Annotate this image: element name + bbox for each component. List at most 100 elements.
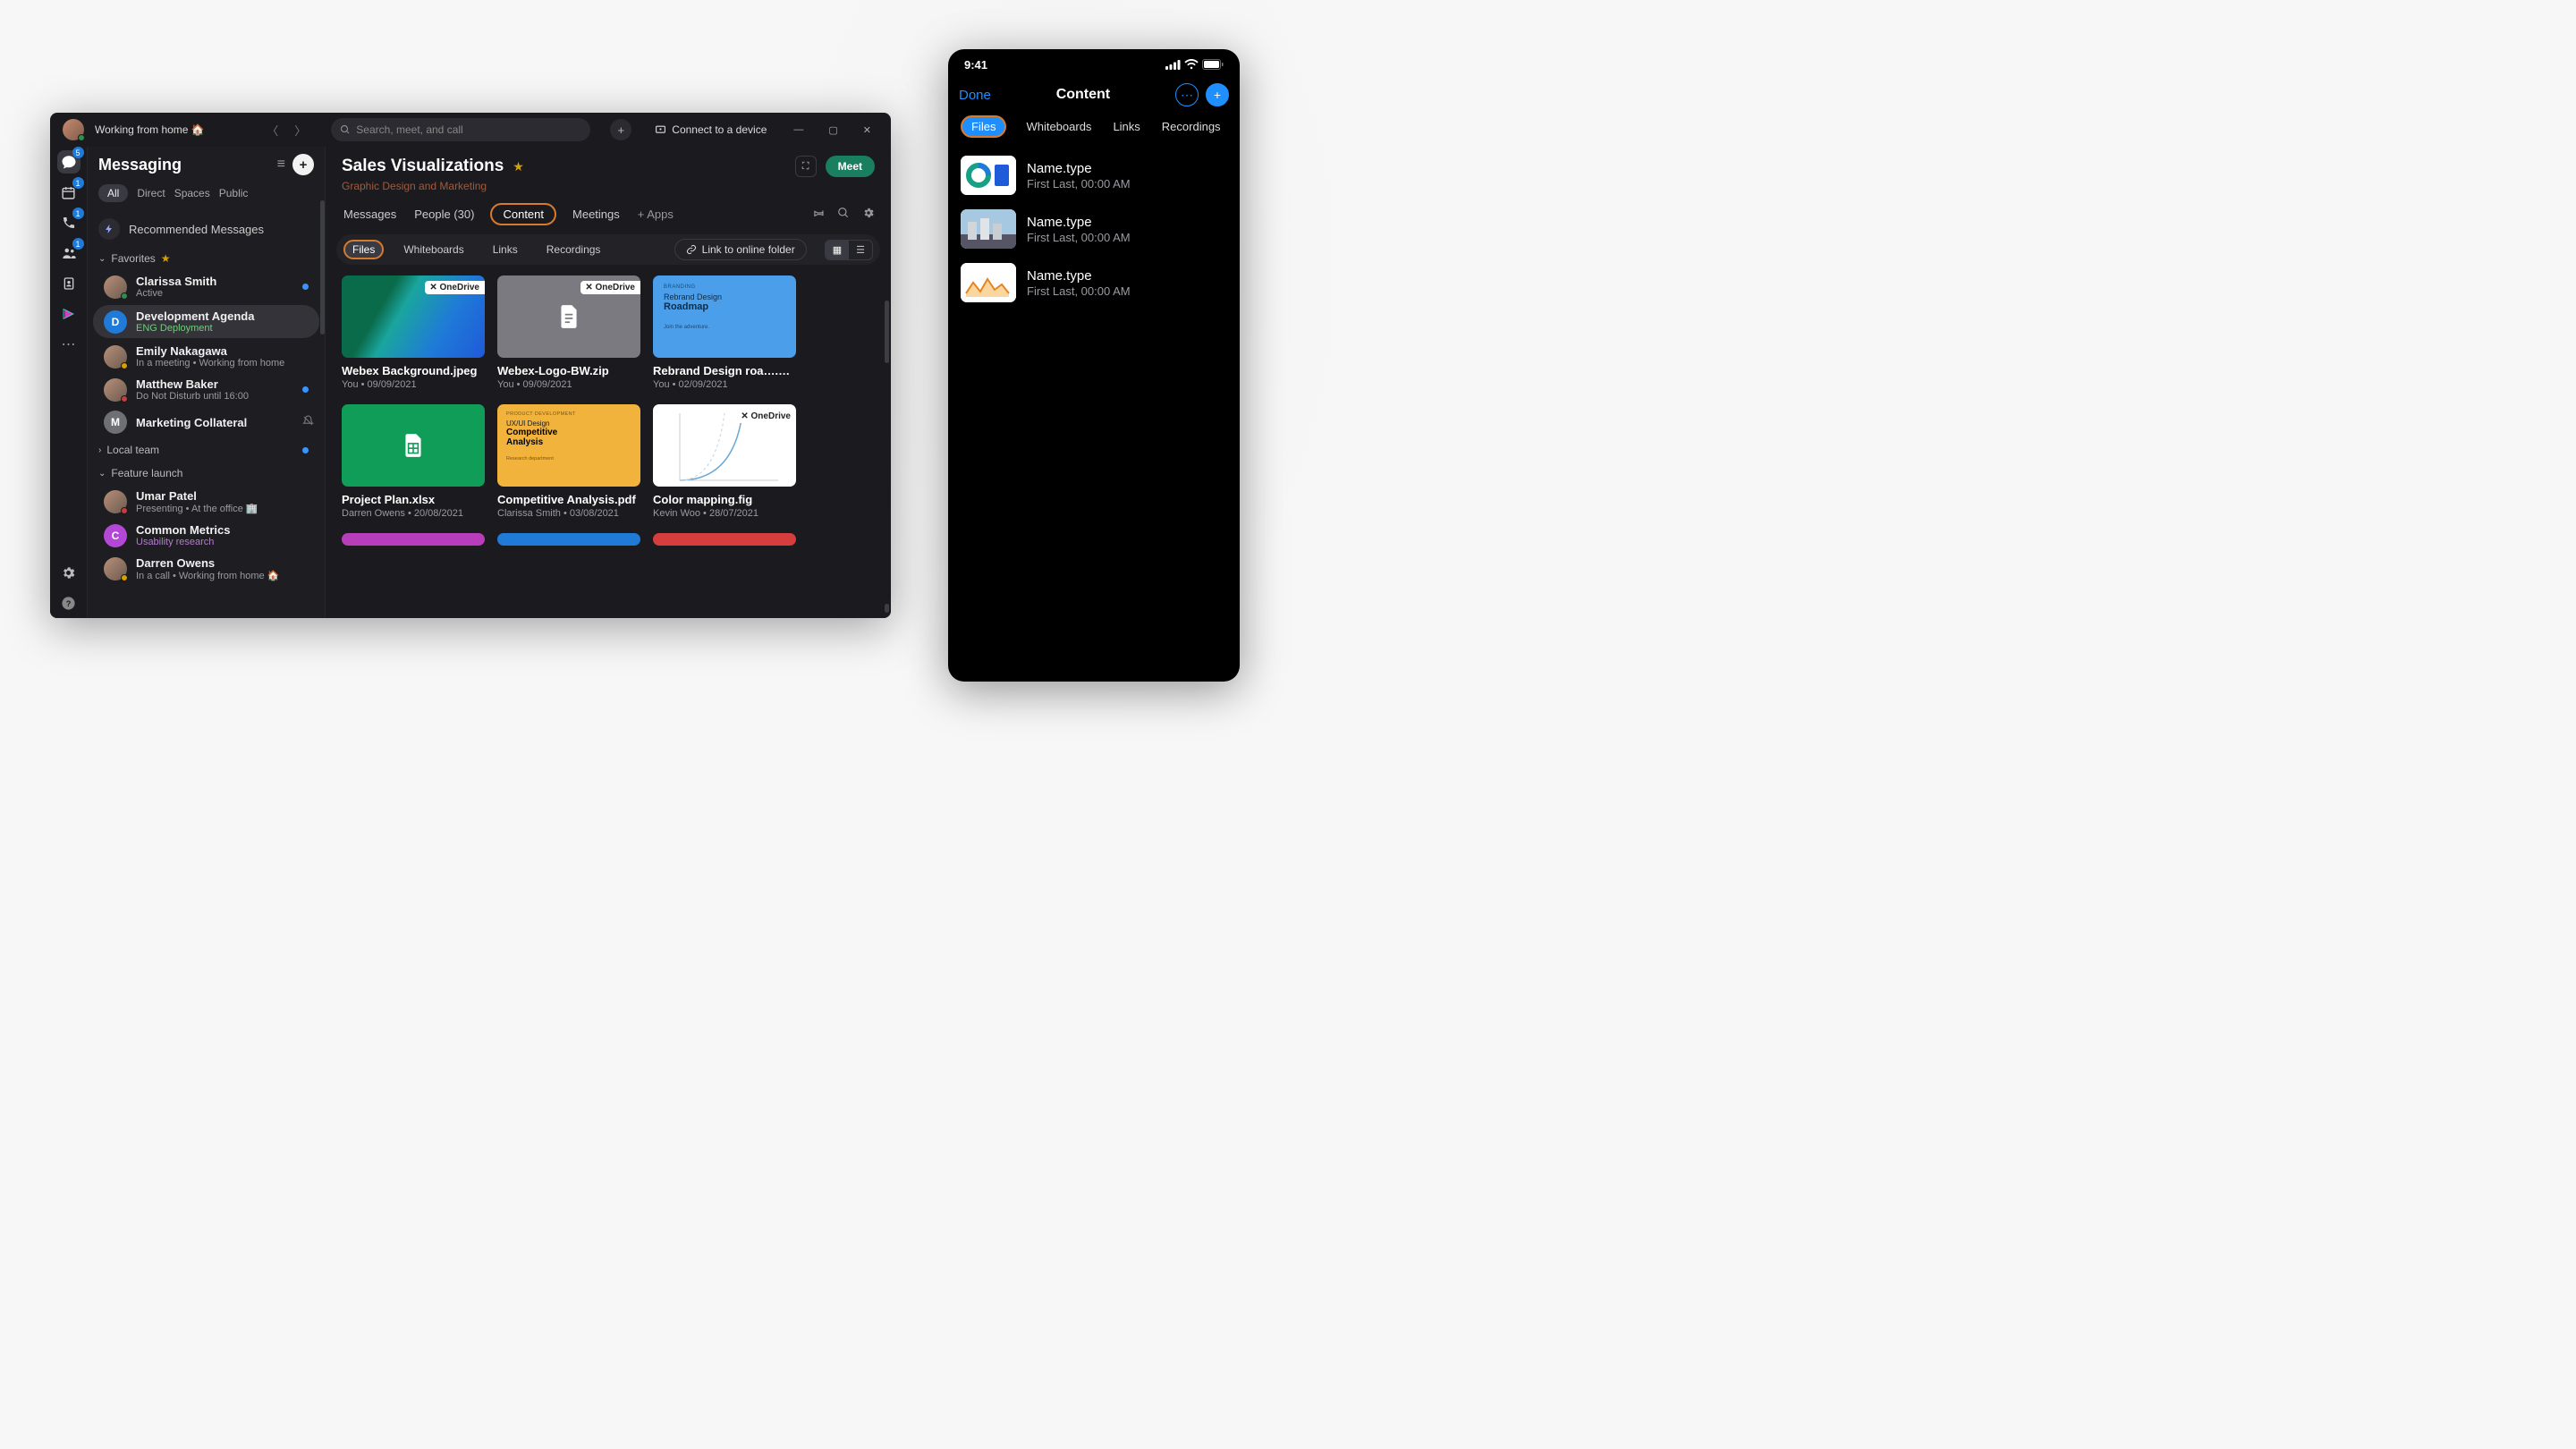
- maximize-button[interactable]: ▢: [821, 124, 844, 136]
- close-button[interactable]: ✕: [856, 124, 878, 136]
- tab-apps[interactable]: + Apps: [636, 204, 675, 225]
- section-local-team[interactable]: › Local team: [88, 438, 325, 462]
- section-feature-launch[interactable]: ⌄ Feature launch: [88, 462, 325, 485]
- contact-name: Darren Owens: [136, 556, 314, 570]
- subtab-whiteboards[interactable]: Whiteboards: [394, 240, 472, 259]
- grid-view-icon[interactable]: ▦: [826, 241, 849, 259]
- contact-item[interactable]: DDevelopment AgendaENG Deployment: [93, 305, 319, 338]
- meet-button[interactable]: Meet: [826, 156, 875, 177]
- file-meta: Kevin Woo • 28/07/2021: [653, 508, 796, 519]
- titlebar: Working from home 🏠 〈 〉 Search, meet, an…: [50, 113, 891, 147]
- help-icon[interactable]: ?: [57, 591, 80, 614]
- file-card[interactable]: Project Plan.xlsxDarren Owens • 20/08/20…: [342, 404, 485, 519]
- contact-item[interactable]: Clarissa SmithActive: [88, 270, 325, 303]
- tab-meetings[interactable]: Meetings: [571, 204, 622, 225]
- rail-teams[interactable]: 1: [57, 242, 80, 265]
- search-input[interactable]: Search, meet, and call: [331, 118, 590, 141]
- file-card[interactable]: ✕ OneDriveWebex Background.jpegYou • 09/…: [342, 275, 485, 390]
- done-button[interactable]: Done: [959, 88, 991, 103]
- file-card[interactable]: PRODUCT DEVELOPMENTUX/UI DesignCompetiti…: [497, 404, 640, 519]
- space-settings-icon[interactable]: [862, 207, 875, 222]
- minimize-button[interactable]: —: [786, 124, 810, 135]
- mobile-file-row[interactable]: Name.typeFirst Last, 00:00 AM: [957, 148, 1231, 202]
- new-message-button[interactable]: +: [292, 154, 314, 175]
- more-button[interactable]: ⋯: [1175, 83, 1199, 106]
- unread-dot: [302, 447, 309, 453]
- rail-vidcast[interactable]: [57, 302, 80, 326]
- space-content: Sales Visualizations ★ ⛶ Meet Graphic De…: [326, 147, 891, 618]
- scrollbar[interactable]: [320, 200, 325, 335]
- file-name: Project Plan.xlsx: [342, 493, 485, 506]
- add-button[interactable]: +: [1206, 83, 1229, 106]
- tab-content[interactable]: Content: [490, 203, 556, 225]
- section-favorites[interactable]: ⌄ Favorites ★: [88, 247, 325, 270]
- mobile-title: Content: [998, 87, 1168, 103]
- filter-all[interactable]: All: [98, 184, 128, 202]
- filter-icon[interactable]: ≡: [277, 157, 285, 173]
- desktop-window: Working from home 🏠 〈 〉 Search, meet, an…: [50, 113, 891, 618]
- mobile-file-row[interactable]: Name.typeFirst Last, 00:00 AM: [957, 256, 1231, 309]
- link-online-folder-button[interactable]: Link to online folder: [674, 239, 807, 260]
- filter-direct[interactable]: Direct: [137, 187, 165, 199]
- rail-chat[interactable]: 5: [57, 150, 80, 174]
- file-card-peek[interactable]: [653, 533, 796, 546]
- mobile-file-row[interactable]: Name.typeFirst Last, 00:00 AM: [957, 202, 1231, 256]
- expand-button[interactable]: ⛶: [795, 156, 817, 177]
- connect-device-label: Connect to a device: [672, 123, 767, 136]
- mobile-tab-files[interactable]: Files: [961, 115, 1006, 138]
- mobile-tab-recordings[interactable]: Recordings: [1160, 115, 1223, 138]
- contact-item[interactable]: Darren OwensIn a call • Working from hom…: [88, 552, 325, 586]
- user-avatar[interactable]: [63, 119, 84, 140]
- scrollbar-end[interactable]: [885, 604, 889, 613]
- settings-icon[interactable]: [57, 561, 80, 584]
- rail-calendar[interactable]: 1: [57, 181, 80, 204]
- chat-badge: 5: [72, 147, 84, 158]
- rail-more[interactable]: ⋯: [57, 333, 80, 356]
- subtab-recordings[interactable]: Recordings: [538, 240, 610, 259]
- add-button[interactable]: +: [610, 119, 631, 140]
- contact-item[interactable]: Matthew BakerDo Not Disturb until 16:00: [88, 373, 325, 406]
- file-card-peek[interactable]: [497, 533, 640, 546]
- file-card[interactable]: BRANDINGRebrand DesignRoadmapJoin the ad…: [653, 275, 796, 390]
- contact-avatar: [104, 378, 127, 402]
- nav-back-icon[interactable]: 〈: [261, 118, 284, 142]
- contact-avatar: D: [104, 310, 127, 334]
- recommended-messages[interactable]: Recommended Messages: [88, 211, 325, 247]
- subtab-links[interactable]: Links: [484, 240, 527, 259]
- contact-item[interactable]: Emily NakagawaIn a meeting • Working fro…: [88, 340, 325, 373]
- filter-spaces[interactable]: Spaces: [174, 187, 210, 199]
- contact-status: In a call • Working from home 🏠: [136, 570, 314, 581]
- favorite-star-icon[interactable]: ★: [513, 159, 524, 174]
- search-in-space-icon[interactable]: [837, 207, 850, 222]
- file-card-peek[interactable]: [342, 533, 485, 546]
- contact-name: Marketing Collateral: [136, 416, 290, 429]
- rail-calls[interactable]: 1: [57, 211, 80, 234]
- pin-icon[interactable]: [812, 207, 825, 222]
- rail-contacts[interactable]: [57, 272, 80, 295]
- contact-item[interactable]: Umar PatelPresenting • At the office 🏢: [88, 485, 325, 519]
- subtab-files[interactable]: Files: [343, 240, 384, 259]
- tab-messages[interactable]: Messages: [342, 204, 398, 225]
- connect-device-button[interactable]: Connect to a device: [655, 123, 767, 136]
- battery-icon: [1202, 59, 1224, 70]
- file-meta: Clarissa Smith • 03/08/2021: [497, 508, 640, 519]
- file-card[interactable]: ✕ OneDriveWebex-Logo-BW.zipYou • 09/09/2…: [497, 275, 640, 390]
- nav-rail: 5 1 1 1 ⋯: [50, 147, 88, 618]
- file-name: Webex-Logo-BW.zip: [497, 364, 640, 377]
- mobile-window: 9:41 Done Content ⋯ + Files Whiteboards …: [948, 49, 1240, 682]
- mobile-file-name: Name.type: [1027, 161, 1131, 176]
- contact-avatar: M: [104, 411, 127, 434]
- contact-item[interactable]: M Marketing Collateral: [88, 406, 325, 438]
- file-card[interactable]: ✕ OneDriveColor mapping.figKevin Woo • 2…: [653, 404, 796, 519]
- list-view-icon[interactable]: ☰: [849, 241, 872, 259]
- scrollbar[interactable]: [885, 301, 889, 363]
- nav-forward-icon[interactable]: 〉: [289, 118, 311, 142]
- presence-status[interactable]: Working from home 🏠: [95, 123, 205, 136]
- mobile-thumb: [961, 263, 1016, 302]
- mobile-tab-whiteboards[interactable]: Whiteboards: [1024, 115, 1093, 138]
- mobile-tab-links[interactable]: Links: [1111, 115, 1141, 138]
- tab-people[interactable]: People (30): [412, 204, 476, 225]
- contact-name: Common Metrics: [136, 523, 314, 537]
- filter-public[interactable]: Public: [219, 187, 249, 199]
- contact-item[interactable]: CCommon MetricsUsability research: [88, 519, 325, 552]
